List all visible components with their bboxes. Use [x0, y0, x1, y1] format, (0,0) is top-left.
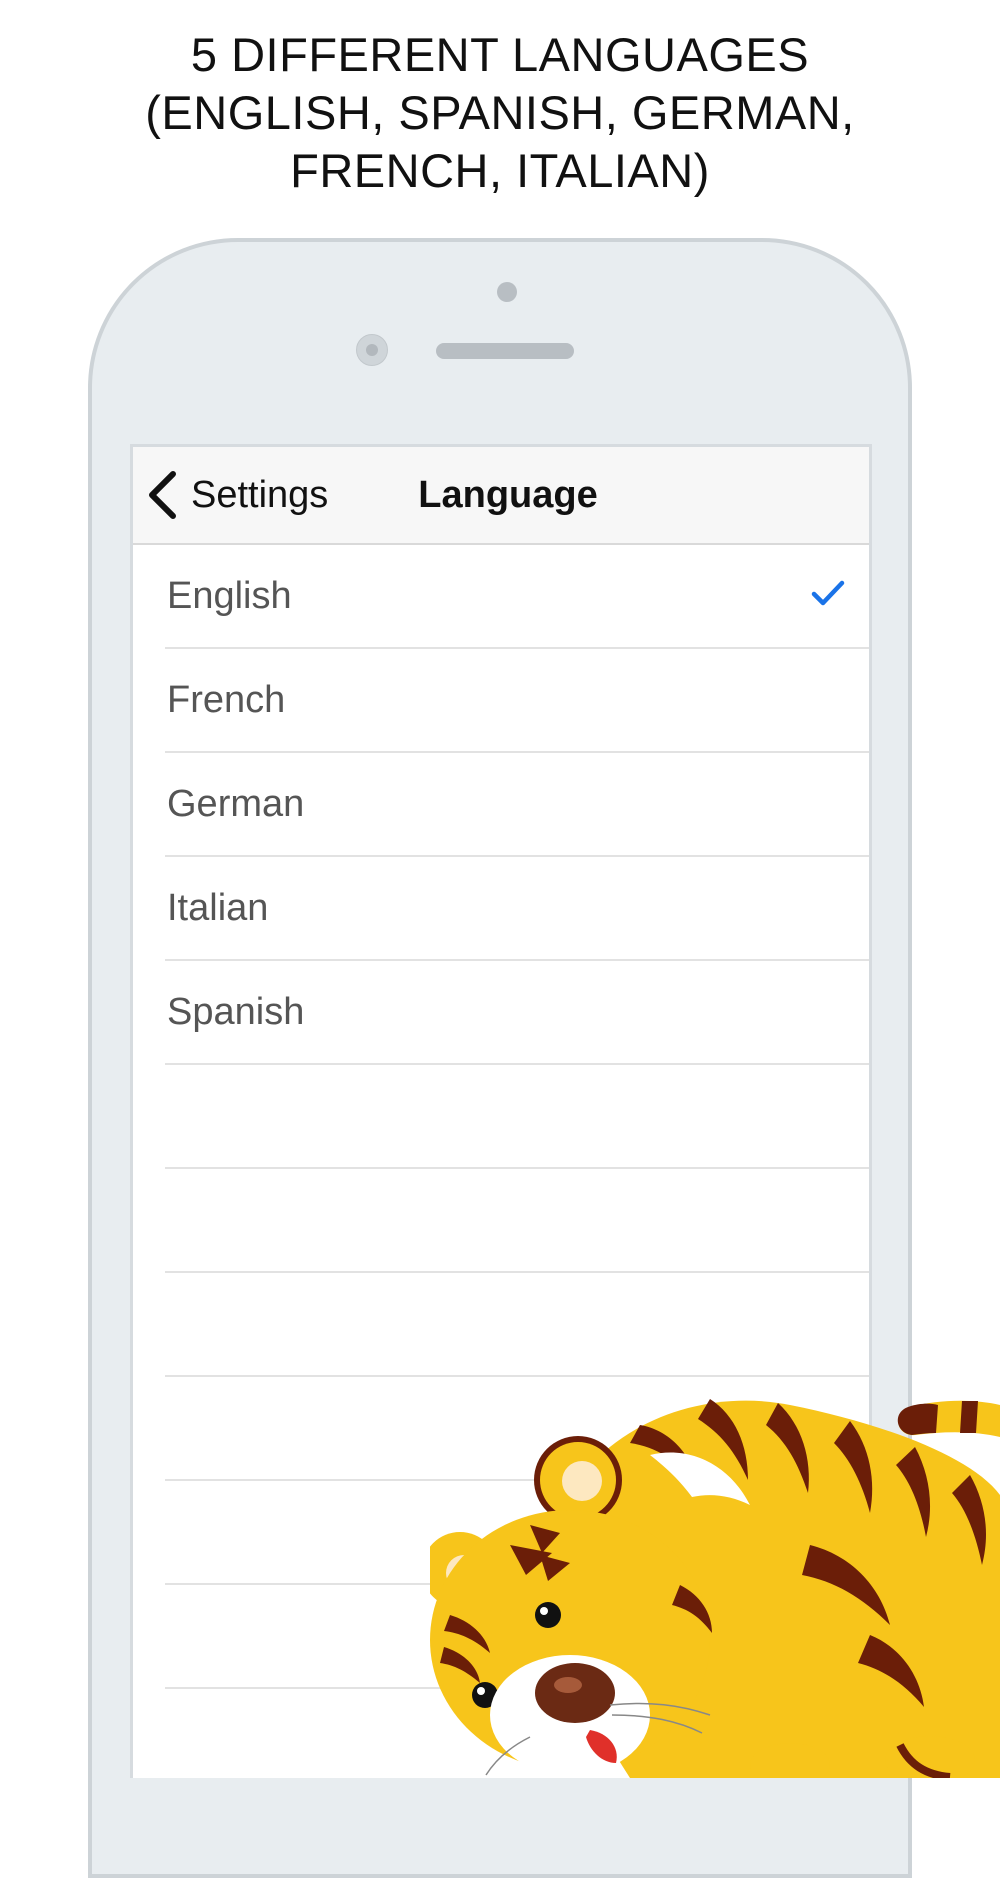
language-row-spanish[interactable]: Spanish [165, 961, 869, 1065]
empty-row [165, 1065, 869, 1169]
back-button[interactable]: Settings [147, 465, 328, 525]
chevron-left-icon [149, 471, 176, 519]
empty-row [165, 1273, 869, 1377]
proximity-sensor [497, 282, 517, 302]
tiger-mascot-illustration [430, 1399, 1000, 1778]
language-label: Italian [167, 887, 269, 929]
earpiece-speaker [436, 343, 574, 359]
headline-line-2: (ENGLISH, SPANISH, GERMAN, [145, 86, 855, 139]
language-row-german[interactable]: German [165, 753, 869, 857]
back-button-label: Settings [191, 473, 329, 516]
language-row-english[interactable]: English [165, 545, 869, 649]
front-camera [356, 334, 388, 366]
language-label: French [167, 679, 286, 721]
language-label: English [167, 575, 292, 617]
headline-line-3: FRENCH, ITALIAN) [290, 144, 710, 197]
language-label: German [167, 783, 305, 825]
promo-headline: 5 DIFFERENT LANGUAGES (ENGLISH, SPANISH,… [0, 26, 1000, 200]
headline-line-1: 5 DIFFERENT LANGUAGES [190, 28, 810, 81]
language-row-french[interactable]: French [165, 649, 869, 753]
empty-row [165, 1169, 869, 1273]
language-label: Spanish [167, 991, 305, 1033]
navigation-bar: Settings Language [133, 447, 869, 545]
language-row-italian[interactable]: Italian [165, 857, 869, 961]
checkmark-icon [811, 580, 845, 606]
